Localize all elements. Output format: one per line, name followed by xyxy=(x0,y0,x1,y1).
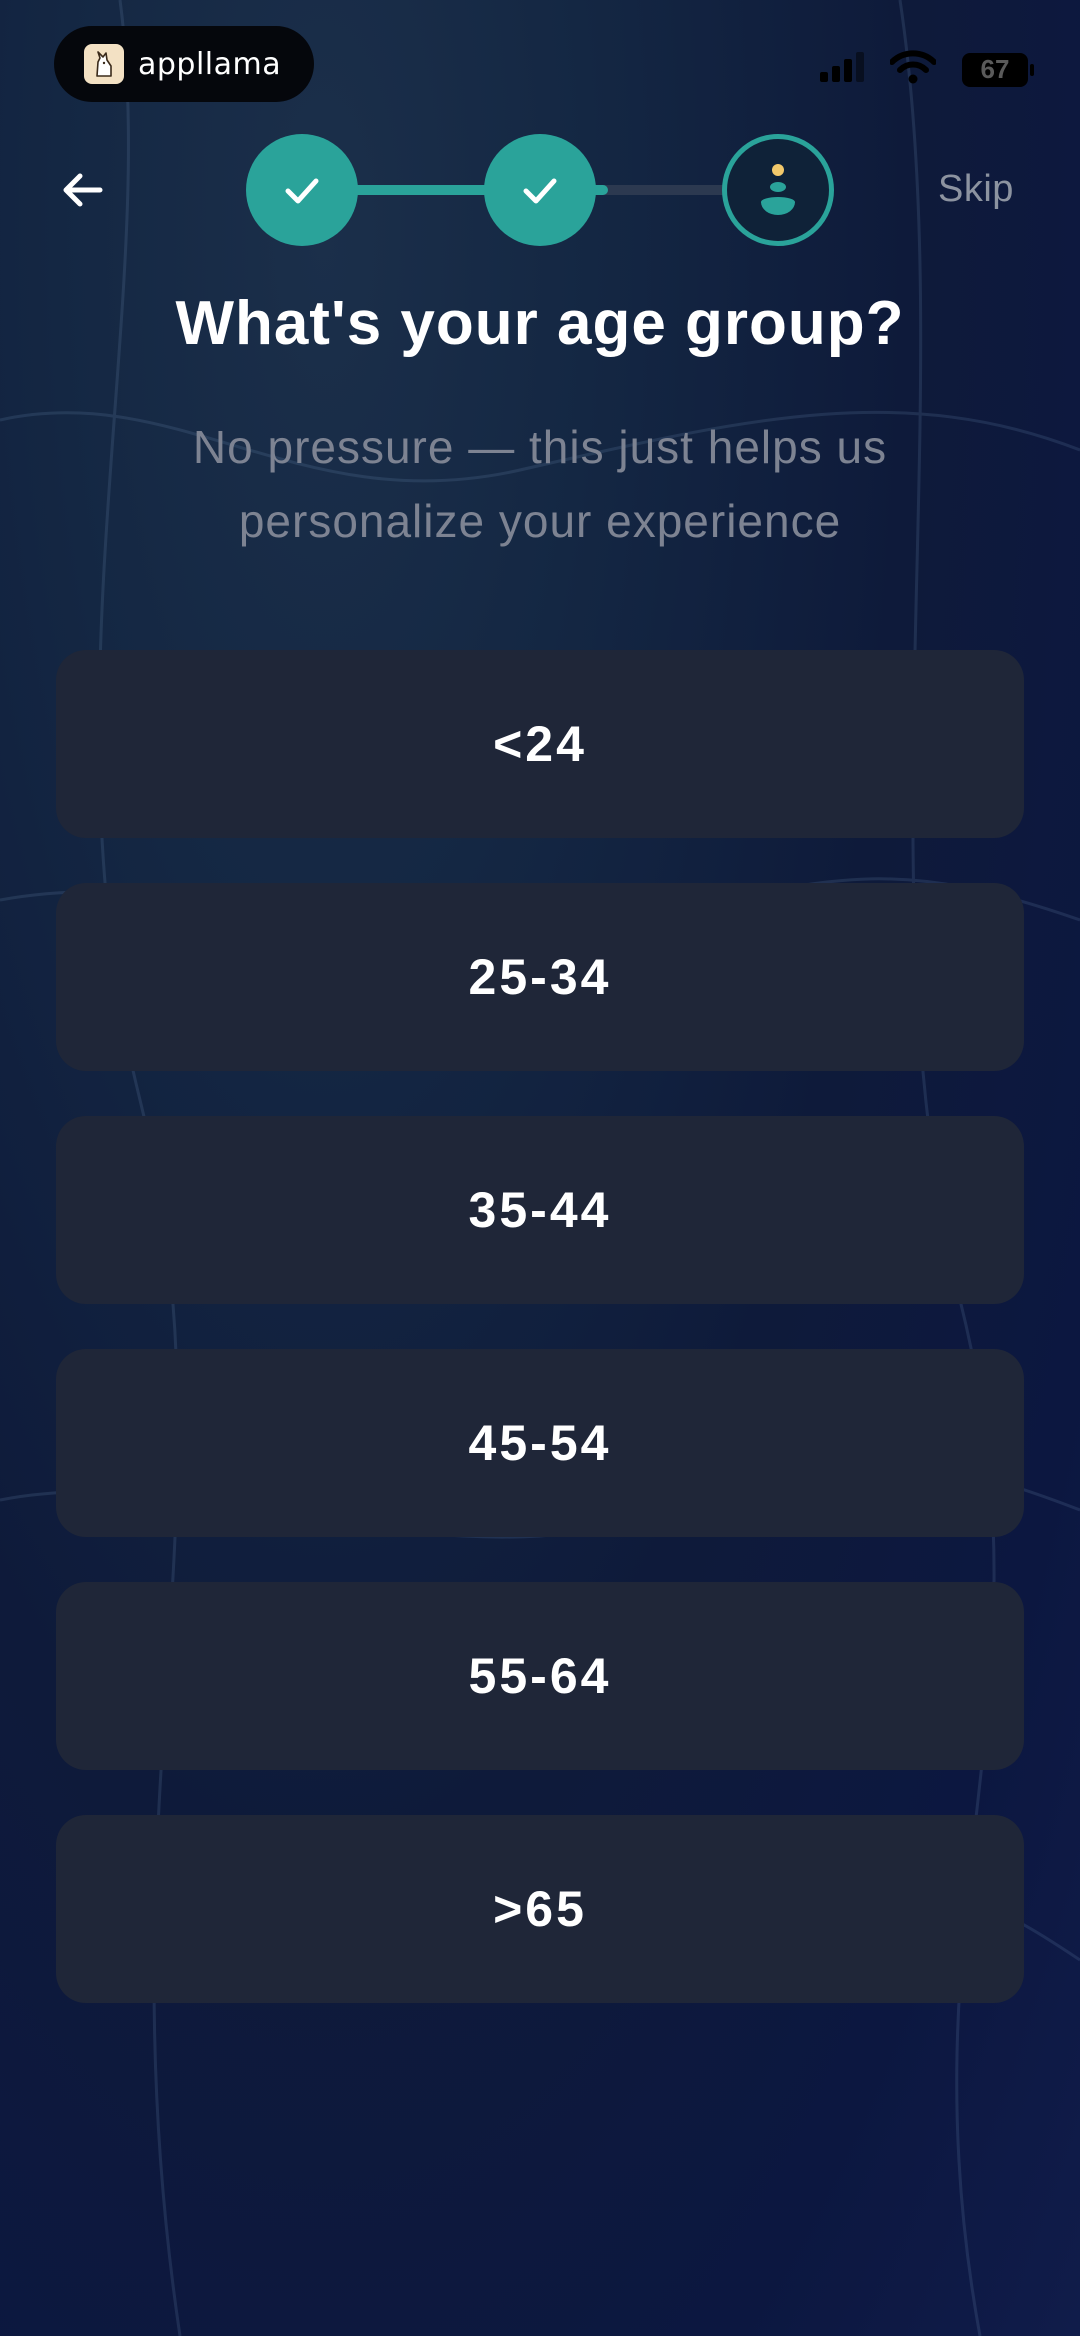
recording-app-pill: appllama xyxy=(54,26,314,102)
page-subtitle: No pressure — this just helps us persona… xyxy=(192,421,888,547)
age-options-list: <24 25-34 35-44 45-54 55-64 >65 xyxy=(56,650,1024,2048)
cellular-signal-icon xyxy=(820,52,864,87)
page-title: What's your age group? xyxy=(175,289,905,358)
stacked-stones-icon xyxy=(761,164,795,215)
back-button[interactable] xyxy=(52,160,112,220)
progress-step-1 xyxy=(246,134,358,246)
progress-step-2 xyxy=(484,134,596,246)
age-option-under-24[interactable]: <24 xyxy=(56,650,1024,838)
wifi-icon xyxy=(889,50,937,89)
age-option-35-44[interactable]: 35-44 xyxy=(56,1116,1024,1304)
age-option-45-54[interactable]: 45-54 xyxy=(56,1349,1024,1537)
check-icon xyxy=(523,178,557,204)
skip-button[interactable]: Skip xyxy=(938,168,1014,211)
recording-app-name: appllama xyxy=(138,46,282,82)
arrow-left-icon xyxy=(63,173,103,207)
status-icons: 67 xyxy=(820,50,1034,89)
onboarding-progress xyxy=(246,134,836,246)
progress-step-3 xyxy=(722,134,834,246)
llama-logo-icon xyxy=(84,44,124,84)
age-option-over-65[interactable]: >65 xyxy=(56,1815,1024,2003)
age-option-55-64[interactable]: 55-64 xyxy=(56,1582,1024,1770)
progress-connector xyxy=(346,185,496,195)
battery-indicator: 67 xyxy=(962,52,1034,87)
check-icon xyxy=(285,178,319,204)
battery-level: 67 xyxy=(980,54,1010,84)
age-option-25-34[interactable]: 25-34 xyxy=(56,883,1024,1071)
